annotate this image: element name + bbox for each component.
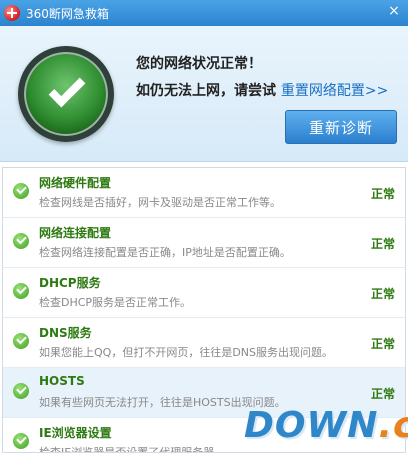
checkmark-icon [48,70,86,108]
item-name: 网络连接配置 [39,226,112,240]
watermark-suffix: .cc [378,405,408,446]
ok-check-icon [13,233,29,249]
window-title: 360断网急救箱 [26,6,109,21]
watermark-main: DOWN [244,405,379,446]
item-name: 网络硬件配置 [39,176,112,190]
status-hint: 如仍无法上网，请尝试 重置网络配置>> [136,80,388,100]
reset-network-config-link[interactable]: 重置网络配置>> [281,83,388,99]
watermark-logo: DOWN.cc [244,401,408,453]
list-item: DHCP服务 检查DHCP服务是否正常工作。 正常 [3,268,405,318]
ok-check-icon [13,433,29,449]
item-status: 正常 [370,337,395,351]
title-bar: 360断网急救箱 × [0,0,408,26]
rediagnose-button[interactable]: 重新诊断 [285,110,397,144]
list-item: 网络硬件配置 检查网线是否插好，网卡及驱动是否正常工作等。 正常 [3,168,405,218]
ok-check-icon [13,333,29,349]
item-status: 正常 [370,237,395,251]
close-button[interactable]: × [380,0,408,22]
list-item: 网络连接配置 检查网络连接配置是否正确，IP地址是否配置正确。 正常 [3,218,405,268]
item-name: DHCP服务 [39,276,101,290]
item-status: 正常 [370,287,395,301]
watermark-text: DOWN.cc [244,405,408,446]
item-name: DNS服务 [39,326,92,340]
ok-check-icon [13,283,29,299]
item-status: 正常 [370,187,395,201]
status-header: 您的网络状况正常！ 如仍无法上网，请尝试 重置网络配置>> 重新诊断 [0,26,408,162]
item-desc: 检查网络连接配置是否正确，IP地址是否配置正确。 [39,246,291,259]
app-window: 360断网急救箱 × 您的网络状况正常！ 如仍无法上网，请尝试 重置网络配置>>… [0,0,408,453]
item-desc: 检查DHCP服务是否正常工作。 [39,296,192,309]
window-controls: × [380,0,408,26]
status-title: 您的网络状况正常！ [136,56,262,72]
ok-check-icon [13,183,29,199]
item-name: HOSTS [39,374,85,388]
app-logo-icon [4,5,20,21]
item-desc: 如果您能上QQ，但打不开网页，往往是DNS服务出现问题。 [39,346,333,359]
list-item: DNS服务 如果您能上QQ，但打不开网页，往往是DNS服务出现问题。 正常 [3,318,405,368]
hint-text: 如仍无法上网，请尝试 [136,83,276,99]
item-status: 正常 [370,387,395,401]
status-ok-icon [18,46,114,142]
item-desc: 检查网线是否插好，网卡及驱动是否正常工作等。 [39,196,281,209]
item-desc: 检查IE浏览器是否设置了代理服务器。 [39,446,226,453]
item-name: IE浏览器设置 [39,426,112,440]
ok-check-icon [13,383,29,399]
